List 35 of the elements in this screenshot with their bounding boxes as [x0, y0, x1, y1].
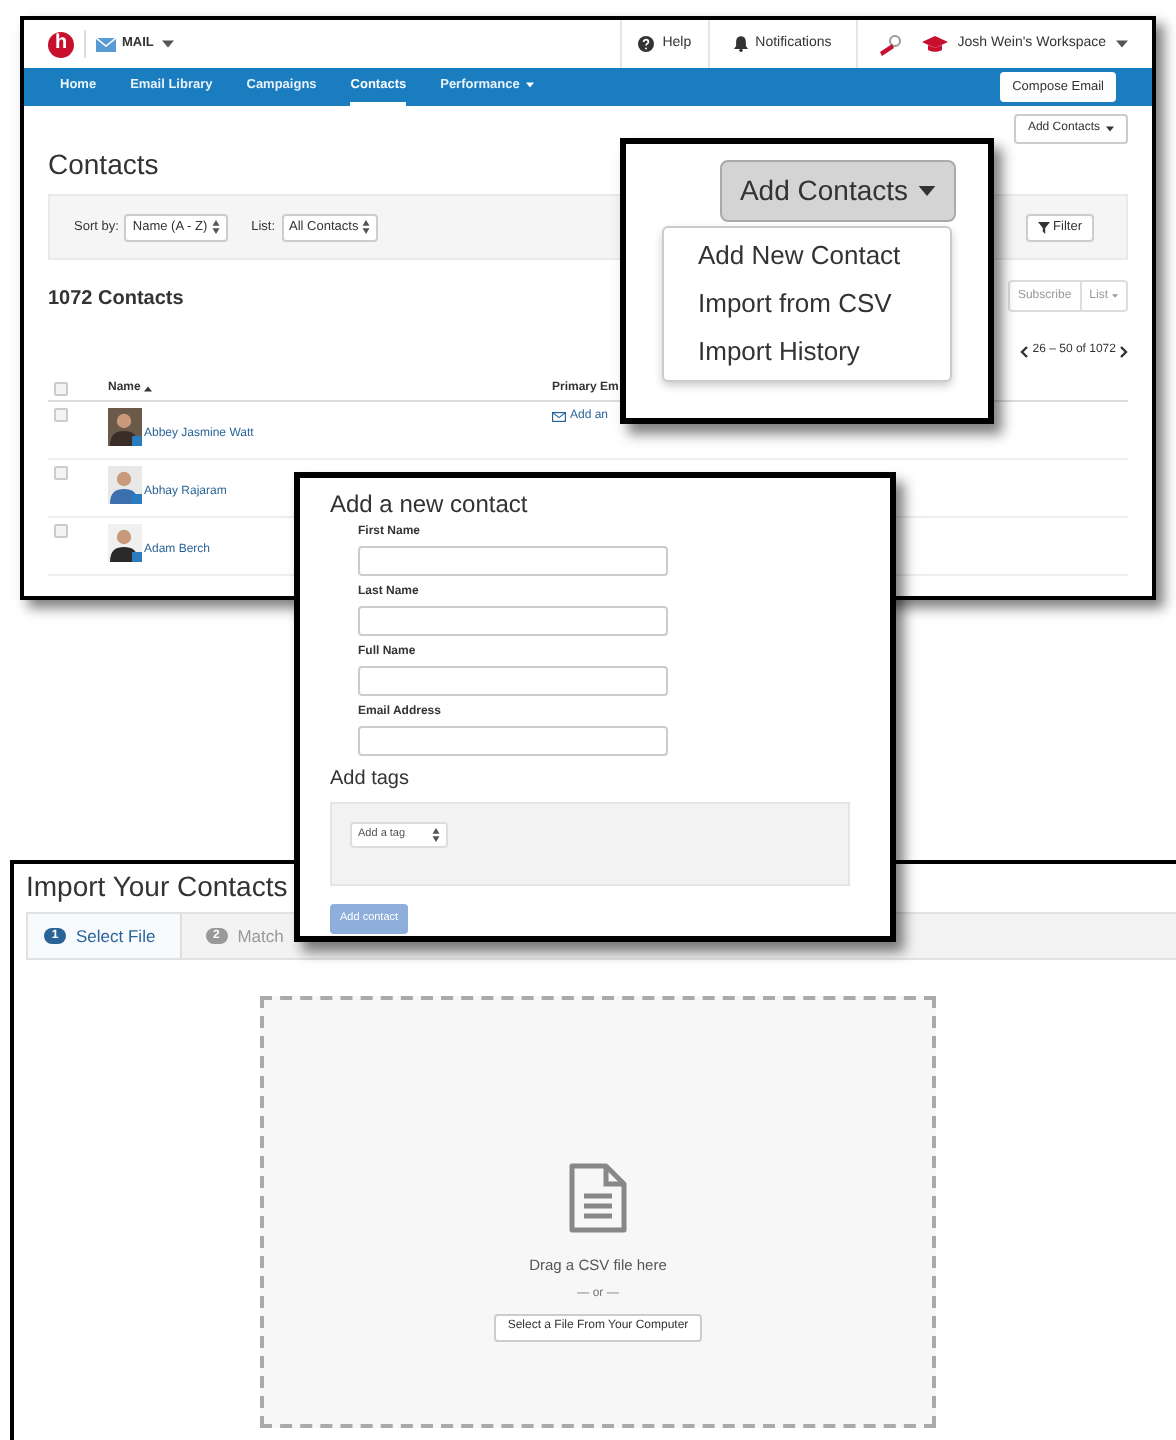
up-down-arrows-icon [211, 220, 220, 234]
checkbox[interactable] [54, 382, 68, 396]
logo[interactable]: h [48, 31, 74, 57]
import-title: Import Your Contacts [26, 868, 290, 906]
menu-item[interactable]: Import History [664, 328, 950, 376]
add-contacts-button[interactable]: Add Contacts [720, 160, 956, 222]
graduation-cap-icon [921, 36, 948, 52]
sort-up-icon [144, 386, 153, 392]
envelope-icon [552, 412, 566, 422]
help-icon [638, 36, 655, 52]
bell-icon [733, 36, 748, 52]
input-field[interactable] [358, 546, 668, 576]
checkbox[interactable] [54, 408, 68, 422]
input-field[interactable] [358, 726, 668, 756]
chevron-left-icon[interactable] [1020, 345, 1029, 357]
caret-icon [1112, 294, 1118, 298]
up-down-arrows-icon [432, 828, 440, 842]
checkbox[interactable] [54, 466, 68, 480]
chevron-right-icon[interactable] [1120, 345, 1128, 357]
funnel-icon [1037, 221, 1050, 233]
caret-icon [1106, 126, 1114, 132]
menu-item[interactable]: Add New Contact [664, 232, 950, 280]
tags-title: Add tags [330, 770, 411, 790]
input-field[interactable] [358, 606, 668, 636]
menu-item[interactable]: Import from CSV [664, 280, 950, 328]
caret-icon [1116, 40, 1128, 48]
envelope-icon [96, 37, 116, 51]
page-title: Contacts [48, 146, 159, 184]
checkbox[interactable] [54, 524, 68, 538]
input-field[interactable] [358, 666, 668, 696]
document-icon [568, 1162, 628, 1235]
contacts-count: 1072 Contacts [48, 286, 184, 314]
form-title: Add a new contact [330, 492, 530, 516]
up-down-arrows-icon [362, 220, 371, 234]
caret-icon [161, 40, 174, 48]
